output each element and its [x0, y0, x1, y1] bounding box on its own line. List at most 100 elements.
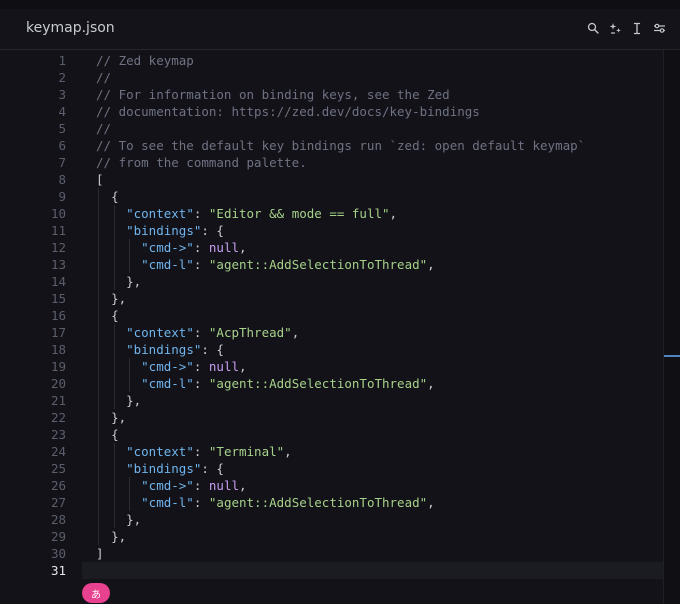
- code-line[interactable]: "context": "AcpThread",: [82, 324, 664, 341]
- code-token-punct: },: [126, 393, 142, 408]
- code-token-comment: // To see the default key bindings run `…: [96, 138, 586, 153]
- code-line[interactable]: // For information on binding keys, see …: [82, 86, 664, 103]
- line-number: 7: [58, 155, 66, 170]
- code-token-null: null: [208, 478, 240, 493]
- line-number: 24: [50, 444, 66, 459]
- code-line[interactable]: //: [82, 120, 664, 137]
- indent-guide: [129, 358, 130, 375]
- code-token-punct: :: [193, 359, 209, 374]
- code-line[interactable]: "context": "Editor && mode == full",: [82, 205, 664, 222]
- indent-guide: [98, 426, 99, 443]
- line-number: 2: [58, 70, 66, 85]
- code-line[interactable]: {: [82, 426, 664, 443]
- code-line[interactable]: "cmd->": null,: [82, 358, 664, 375]
- code-line[interactable]: // Zed keymap: [82, 52, 664, 69]
- code-line[interactable]: },: [82, 290, 664, 307]
- line-number: 17: [50, 325, 66, 340]
- line-number: 1: [58, 53, 66, 68]
- code-line[interactable]: // To see the default key bindings run `…: [82, 137, 664, 154]
- code-token-punct: },: [111, 410, 127, 425]
- code-line[interactable]: "cmd-l": "agent::AddSelectionToThread",: [82, 494, 664, 511]
- code-line[interactable]: [82, 562, 664, 579]
- code-line[interactable]: },: [82, 409, 664, 426]
- line-number: 16: [50, 308, 66, 323]
- indent-guide: [98, 222, 99, 239]
- code-token-punct: {: [111, 427, 119, 442]
- ime-input-mode-badge[interactable]: あ: [82, 583, 110, 603]
- code-line[interactable]: {: [82, 307, 664, 324]
- code-token-punct: : {: [201, 223, 224, 238]
- code-line[interactable]: // from the command palette.: [82, 154, 664, 171]
- code-token-punct: :: [193, 325, 209, 340]
- code-token-key: "context": [126, 325, 194, 340]
- code-token-string: "Editor && mode == full": [208, 206, 390, 221]
- code-line[interactable]: },: [82, 392, 664, 409]
- line-number-gutter: 1 2 3 4 5 6 7 8 9 10 11 12 13 14 15 16 17 18 19 20 21 22 23 24 2…: [0, 50, 78, 579]
- indent-guide: [129, 239, 130, 256]
- code-line[interactable]: "bindings": {: [82, 341, 664, 358]
- code-line[interactable]: "context": "Terminal",: [82, 443, 664, 460]
- code-line[interactable]: "cmd-l": "agent::AddSelectionToThread",: [82, 256, 664, 273]
- line-number: 4: [58, 104, 66, 119]
- code-token-key: "cmd->": [141, 240, 194, 255]
- code-token-comment: //: [96, 70, 112, 85]
- text-cursor-icon[interactable]: [628, 19, 646, 37]
- indent-guide: [98, 443, 99, 460]
- line-number: 13: [50, 257, 66, 272]
- line-number: 19: [50, 359, 66, 374]
- indent-guide: [113, 205, 115, 222]
- code-token-string: "agent::AddSelectionToThread": [208, 257, 428, 272]
- code-area[interactable]: // Zed keymap // // For information on bin…: [82, 50, 664, 579]
- code-editor[interactable]: 1 2 3 4 5 6 7 8 9 10 11 12 13 14 15 16 17 18 19 20 21 22 23 24 2…: [0, 50, 680, 604]
- indent-guide: [98, 239, 99, 256]
- code-token-punct: {: [111, 189, 119, 204]
- code-token-comment: //: [96, 121, 112, 136]
- code-line[interactable]: },: [82, 528, 664, 545]
- code-line[interactable]: "cmd->": null,: [82, 477, 664, 494]
- indent-guide: [113, 494, 115, 511]
- code-line[interactable]: "cmd-l": "agent::AddSelectionToThread",: [82, 375, 664, 392]
- code-line[interactable]: },: [82, 511, 664, 528]
- code-token-punct: ,: [239, 240, 247, 255]
- settings-sliders-icon[interactable]: [650, 19, 668, 37]
- indent-guide: [98, 307, 99, 324]
- indent-guide: [98, 273, 99, 290]
- code-token-string: "agent::AddSelectionToThread": [208, 495, 428, 510]
- code-token-key: "bindings": [126, 461, 202, 476]
- code-token-punct: ,: [427, 257, 435, 272]
- code-line[interactable]: {: [82, 188, 664, 205]
- code-line[interactable]: "bindings": {: [82, 460, 664, 477]
- code-token-key: "bindings": [126, 342, 202, 357]
- sparkle-icon[interactable]: [606, 19, 624, 37]
- line-number: 5: [58, 121, 66, 136]
- code-line[interactable]: "bindings": {: [82, 222, 664, 239]
- code-line[interactable]: "cmd->": null,: [82, 239, 664, 256]
- vertical-scrollbar[interactable]: [663, 50, 680, 604]
- file-tab-title[interactable]: keymap.json: [26, 20, 115, 36]
- line-number: 10: [50, 206, 66, 221]
- line-number: 15: [50, 291, 66, 306]
- code-token-punct: :: [193, 206, 209, 221]
- code-line[interactable]: },: [82, 273, 664, 290]
- line-number: 21: [50, 393, 66, 408]
- code-token-comment: // For information on binding keys, see …: [96, 87, 450, 102]
- indent-guide: [98, 324, 99, 341]
- indent-guide: [113, 392, 115, 409]
- code-line[interactable]: // documentation: https://zed.dev/docs/k…: [82, 103, 664, 120]
- search-icon[interactable]: [584, 19, 602, 37]
- code-token-key: "cmd->": [141, 359, 194, 374]
- top-strip: [0, 0, 680, 9]
- code-line[interactable]: ]: [82, 545, 664, 562]
- code-token-punct: :: [193, 240, 209, 255]
- code-line[interactable]: [: [82, 171, 664, 188]
- code-token-punct: },: [126, 274, 142, 289]
- indent-guide: [98, 205, 99, 222]
- code-line[interactable]: //: [82, 69, 664, 86]
